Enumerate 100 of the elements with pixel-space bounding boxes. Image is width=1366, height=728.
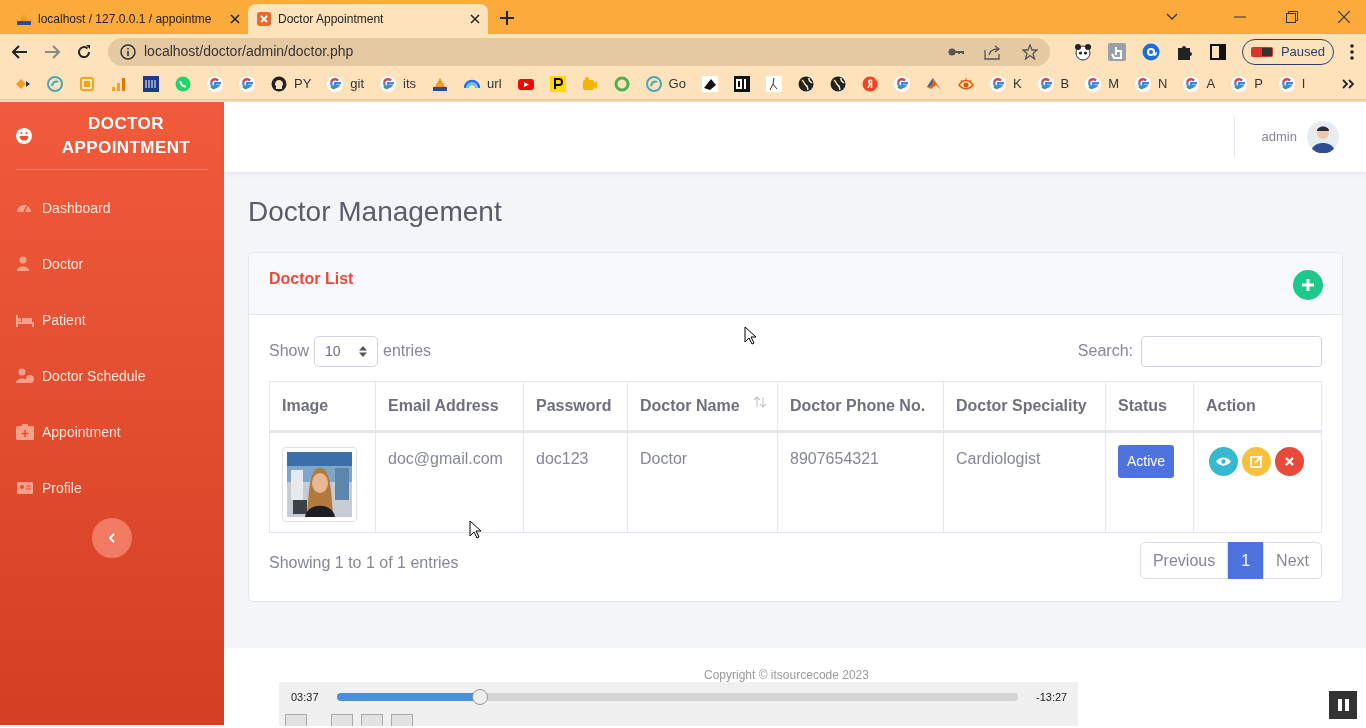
table-cell: doc123 [536, 450, 589, 467]
logo-icon [256, 11, 272, 27]
bookmark[interactable]: M [1085, 74, 1120, 94]
google-icon [1135, 76, 1152, 92]
column-header: Doctor Phone No. [777, 381, 944, 432]
badge-icon [1250, 46, 1273, 57]
close-icon[interactable] [470, 14, 480, 24]
sort-icon [753, 396, 767, 408]
google-icon [1085, 76, 1102, 92]
column-header: Image [269, 381, 376, 432]
table-cell: Cardiologist [956, 450, 1041, 467]
table-cell: 8907654321 [790, 450, 879, 467]
sort-arrows-icon [359, 345, 368, 357]
show-label: Show [269, 341, 310, 361]
sailboat-icon[interactable] [432, 76, 449, 92]
chevron-down-icon[interactable] [1166, 13, 1178, 21]
cl-icon[interactable] [733, 76, 750, 92]
google-icon[interactable] [239, 76, 255, 92]
brand-title: DOCTOR APPOINTMENT [60, 112, 192, 159]
page-title: Doctor Management [248, 195, 503, 229]
side-panel-icon[interactable] [1209, 43, 1226, 60]
cursor-icon [744, 326, 757, 345]
google-icon [1278, 76, 1295, 92]
reload-icon[interactable] [76, 43, 92, 60]
search-label: Search: [1077, 341, 1133, 361]
seek-thumb[interactable] [472, 689, 488, 706]
delete-button[interactable] [1275, 447, 1304, 476]
bookmark[interactable]: PY [271, 74, 312, 94]
more-icon[interactable] [1350, 43, 1354, 60]
google-icon [1231, 76, 1248, 92]
back-icon[interactable] [12, 44, 28, 59]
yandex-icon[interactable] [861, 76, 878, 92]
google-icon[interactable] [893, 76, 910, 92]
entries-select[interactable]: 10 [314, 335, 379, 367]
forward-icon[interactable] [44, 44, 60, 59]
bookmark[interactable]: url [464, 74, 502, 94]
avatar-icon [1307, 121, 1339, 153]
search-field[interactable] [1141, 335, 1322, 367]
browser-tab[interactable]: Doctor Appointment [248, 4, 488, 34]
at-sign-icon[interactable] [1141, 42, 1160, 61]
google-icon [989, 76, 1006, 92]
appointment-icon [16, 424, 34, 440]
close-icon[interactable] [1338, 11, 1350, 23]
page-button[interactable]: 1 [1228, 542, 1264, 579]
profile-icon [16, 480, 34, 496]
bookmark[interactable]: its [380, 74, 417, 94]
star-icon[interactable] [1021, 43, 1038, 60]
browser-tab[interactable]: localhost / 127.0.0.1 / appointme [8, 4, 248, 34]
bookmark[interactable]: K [989, 74, 1022, 94]
bookmark[interactable]: git [327, 74, 365, 94]
column-header: Action [1193, 381, 1322, 432]
p-icon[interactable] [549, 76, 566, 92]
globe-icon[interactable] [829, 76, 846, 92]
chevron-left-icon [109, 533, 115, 543]
entries-label: entries [383, 341, 432, 361]
bookmark[interactable]: P [1231, 74, 1263, 94]
remaining-time: -13:27 [1036, 690, 1068, 705]
copyright-text: Copyright © itsourcecode 2023 [704, 667, 869, 684]
table-cell: Doctor [640, 450, 688, 467]
view-button[interactable] [1209, 447, 1238, 476]
diamond-icon[interactable] [15, 76, 31, 92]
peak-icon[interactable] [925, 76, 942, 92]
column-header: Status [1105, 381, 1194, 432]
info-icon [120, 43, 136, 60]
restore-icon[interactable] [1286, 11, 1298, 23]
patient-icon [16, 312, 34, 328]
panda-icon[interactable] [1073, 42, 1092, 61]
table-cell: doc@gmail.com [388, 450, 503, 467]
add-button[interactable] [1293, 270, 1323, 300]
google-icon[interactable] [207, 76, 223, 92]
google-icon [1183, 76, 1200, 92]
ring-icon[interactable] [613, 76, 630, 92]
ieee-icon[interactable] [143, 76, 159, 92]
bookmark[interactable]: B [1037, 74, 1070, 94]
bookmark[interactable]: N [1135, 74, 1168, 94]
close-icon[interactable] [230, 14, 240, 24]
page-button[interactable]: Previous [1139, 542, 1229, 579]
user-name: admin [1261, 128, 1297, 147]
globe-icon[interactable] [797, 76, 814, 92]
bookmark[interactable]: A [1183, 74, 1216, 94]
bookmark[interactable]: I [1278, 74, 1306, 94]
google-icon [327, 76, 344, 92]
new-tab-icon[interactable] [500, 11, 514, 25]
address-bar[interactable]: localhost/doctor/admin/doctor.php [108, 37, 1050, 66]
column-header: Password [523, 381, 628, 432]
play-icon[interactable] [517, 76, 534, 92]
status-badge: Active [1118, 445, 1175, 478]
page-button[interactable]: Next [1263, 542, 1322, 579]
pause-button[interactable] [1329, 691, 1357, 719]
figure-icon[interactable] [765, 76, 782, 92]
chevrons-icon[interactable] [1342, 79, 1354, 89]
url-text: localhost/doctor/admin/doctor.php [144, 42, 355, 61]
key-icon[interactable] [947, 46, 964, 57]
share-icon[interactable] [983, 43, 1002, 60]
eye-icon[interactable] [957, 76, 974, 92]
google-icon [380, 76, 397, 92]
hand-icon[interactable] [1107, 42, 1126, 61]
bar-chart-icon[interactable] [111, 76, 127, 92]
bookmark[interactable]: Go [645, 74, 686, 94]
column-header[interactable]: Doctor Name [627, 381, 778, 432]
